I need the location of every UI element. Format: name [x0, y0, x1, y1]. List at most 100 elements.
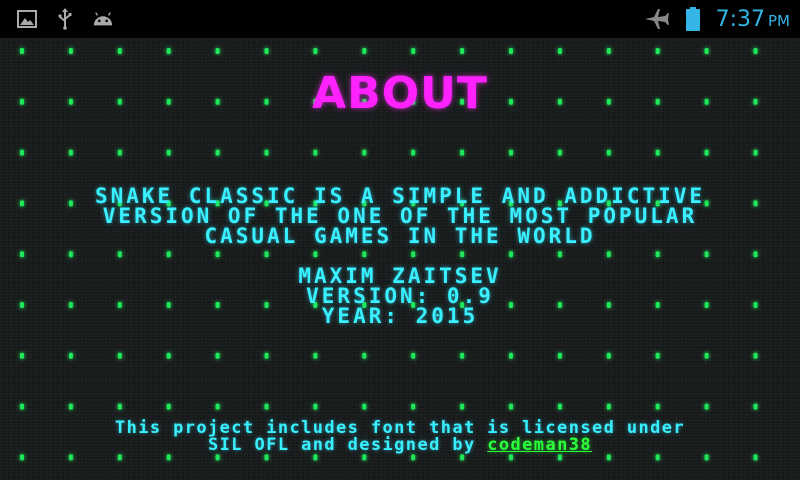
android-debug-icon — [92, 8, 114, 30]
description-line-1: SNAKE CLASSIC IS A SIMPLE AND ADDICTIVE — [94, 184, 706, 208]
grid-dot — [704, 352, 709, 359]
grid-dot — [557, 251, 562, 258]
grid-dot — [264, 403, 269, 410]
grid-dot — [117, 149, 122, 156]
grid-dot — [68, 251, 73, 258]
status-bar: 7:37 PM — [0, 0, 800, 38]
grid-dot — [655, 149, 660, 156]
grid-dot — [460, 251, 465, 258]
grid-dot — [166, 454, 171, 461]
grid-dot — [166, 149, 171, 156]
gallery-icon — [16, 8, 38, 30]
grid-dot — [264, 352, 269, 359]
grid-dot — [264, 251, 269, 258]
grid-dot — [509, 352, 513, 359]
grid-dot — [20, 352, 24, 359]
grid-dot — [362, 48, 367, 54]
license-line-2: SIL OFL and designed by codeman38 — [0, 437, 800, 454]
grid-dot — [460, 403, 465, 410]
grid-dot — [20, 251, 24, 258]
author-name: MAXIM ZAITSEV — [298, 264, 502, 288]
grid-dot — [509, 48, 513, 54]
grid-dot — [411, 352, 416, 359]
grid-dot — [411, 403, 416, 410]
grid-dot — [313, 149, 318, 156]
grid-dot — [117, 403, 122, 410]
grid-dot — [117, 352, 122, 359]
grid-dot — [117, 48, 122, 54]
grid-dot — [20, 48, 24, 54]
grid-dot — [606, 454, 611, 461]
grid-dot — [557, 454, 562, 461]
usb-icon — [54, 8, 76, 30]
grid-dot — [20, 454, 24, 461]
grid-dot — [557, 48, 562, 54]
about-screen: ABOUT SNAKE CLASSIC IS A SIMPLE AND ADDI… — [0, 38, 800, 480]
grid-dot — [606, 48, 611, 54]
grid-dot — [753, 454, 758, 461]
grid-dot — [215, 454, 220, 461]
grid-dot — [411, 251, 416, 258]
airplane-mode-icon — [644, 8, 670, 30]
grid-dot — [753, 352, 758, 359]
credits-block: MAXIM ZAITSEV VERSION: 0.9 YEAR: 2015 — [0, 264, 800, 327]
grid-dot — [215, 352, 220, 359]
grid-dot — [460, 352, 465, 359]
grid-dot — [753, 403, 758, 410]
grid-dot — [68, 403, 73, 410]
grid-dot — [753, 48, 758, 54]
grid-dot — [20, 403, 24, 410]
grid-dot — [655, 48, 660, 54]
grid-dot — [460, 48, 465, 54]
grid-dot — [313, 454, 318, 461]
grid-dot — [264, 454, 269, 461]
grid-dot — [557, 352, 562, 359]
status-icons-right: 7:37 PM — [644, 7, 800, 32]
grid-dot — [655, 403, 660, 410]
grid-dot — [411, 149, 416, 156]
grid-dot — [68, 352, 73, 359]
grid-dot — [362, 454, 367, 461]
grid-dot — [753, 251, 758, 258]
grid-dot — [753, 149, 758, 156]
grid-dot — [215, 403, 220, 410]
grid-dot — [166, 251, 171, 258]
license-line-2-text: SIL OFL and designed by — [208, 435, 488, 455]
grid-dot — [655, 251, 660, 258]
grid-dot — [411, 454, 416, 461]
grid-dot — [117, 454, 122, 461]
grid-dot — [362, 149, 367, 156]
description-line-2: VERSION OF THE ONE OF THE MOST POPULAR — [102, 204, 698, 228]
grid-dot — [68, 48, 73, 54]
grid-dot — [264, 48, 269, 54]
codeman38-link[interactable]: codeman38 — [487, 435, 592, 455]
grid-dot — [68, 149, 73, 156]
grid-dot — [215, 48, 220, 54]
grid-dot — [606, 403, 611, 410]
grid-dot — [704, 403, 709, 410]
grid-dot — [264, 149, 269, 156]
grid-dot — [460, 149, 465, 156]
grid-dot — [606, 251, 611, 258]
grid-dot — [557, 149, 562, 156]
grid-dot — [411, 48, 416, 54]
grid-dot — [509, 403, 513, 410]
grid-dot — [606, 149, 611, 156]
grid-dot — [509, 454, 513, 461]
description-line-3: CASUAL GAMES IN THE WORLD — [204, 224, 596, 248]
grid-dot — [313, 352, 318, 359]
grid-dot — [655, 352, 660, 359]
grid-dot — [704, 149, 709, 156]
grid-dot — [704, 48, 709, 54]
grid-dot — [313, 403, 318, 410]
battery-icon — [682, 7, 704, 31]
grid-dot — [166, 352, 171, 359]
grid-dot — [166, 48, 171, 54]
grid-dot — [215, 251, 220, 258]
grid-dot — [313, 251, 318, 258]
grid-dot — [68, 454, 73, 461]
grid-dot — [704, 454, 709, 461]
clock-time: 7:37 — [715, 6, 765, 32]
clock-ampm: PM — [768, 11, 790, 30]
grid-dot — [362, 352, 367, 359]
